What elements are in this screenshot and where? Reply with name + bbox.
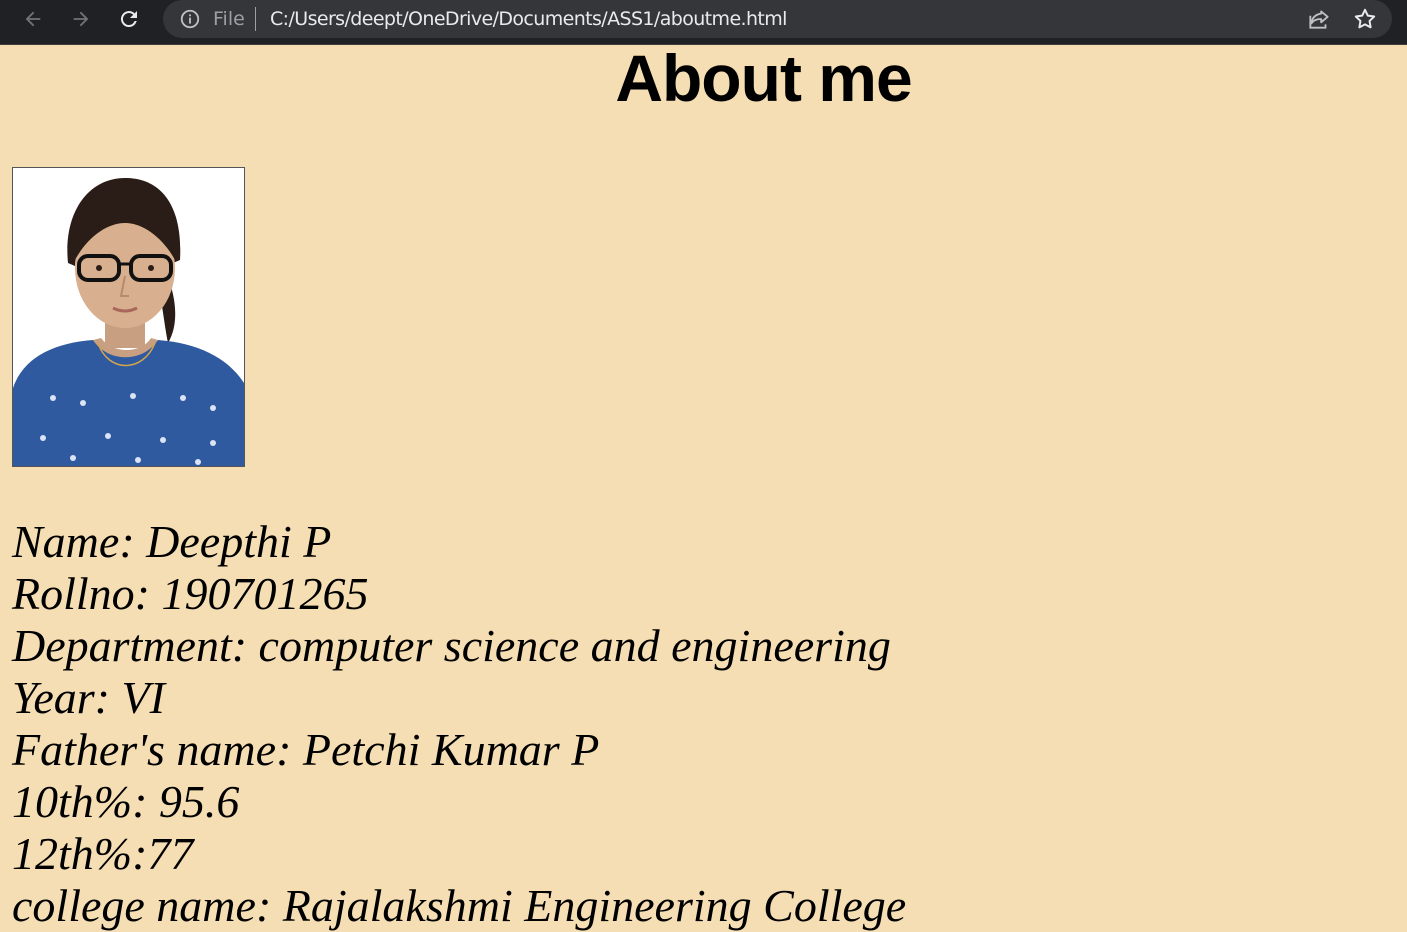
detail-fathers-name: Father's name: Petchi Kumar P (12, 724, 600, 775)
url-text[interactable]: C:/Users/deept/OneDrive/Documents/ASS1/a… (270, 6, 787, 32)
detail-college-name: college name: Rajalakshmi Engineering Co… (12, 880, 907, 931)
detail-12th-percent: 12th%:77 (12, 828, 194, 879)
forward-button[interactable] (63, 5, 99, 33)
detail-rollno: Rollno: 190701265 (12, 568, 369, 619)
reload-button[interactable] (111, 5, 147, 33)
info-icon[interactable] (179, 8, 201, 30)
detail-department: Department: computer science and enginee… (12, 620, 891, 671)
back-icon (25, 11, 41, 27)
share-icon[interactable] (1306, 6, 1332, 32)
address-bar[interactable]: File C:/Users/deept/OneDrive/Documents/A… (163, 0, 1392, 38)
profile-photo (12, 167, 245, 467)
detail-year: Year: VI (12, 672, 165, 723)
star-icon[interactable] (1352, 6, 1378, 32)
back-button[interactable] (15, 5, 51, 33)
detail-10th-percent: 10th%: 95.6 (12, 776, 240, 827)
reload-icon (120, 11, 137, 28)
detail-name: Name: Deepthi P (12, 516, 332, 567)
scheme-label: File (213, 8, 245, 30)
portrait-image (13, 168, 244, 466)
about-details-list: Name: Deepthi P Rollno: 190701265 Depart… (12, 516, 906, 932)
scheme-divider (255, 7, 256, 31)
forward-icon (73, 11, 89, 27)
page-title: About me (615, 41, 912, 115)
